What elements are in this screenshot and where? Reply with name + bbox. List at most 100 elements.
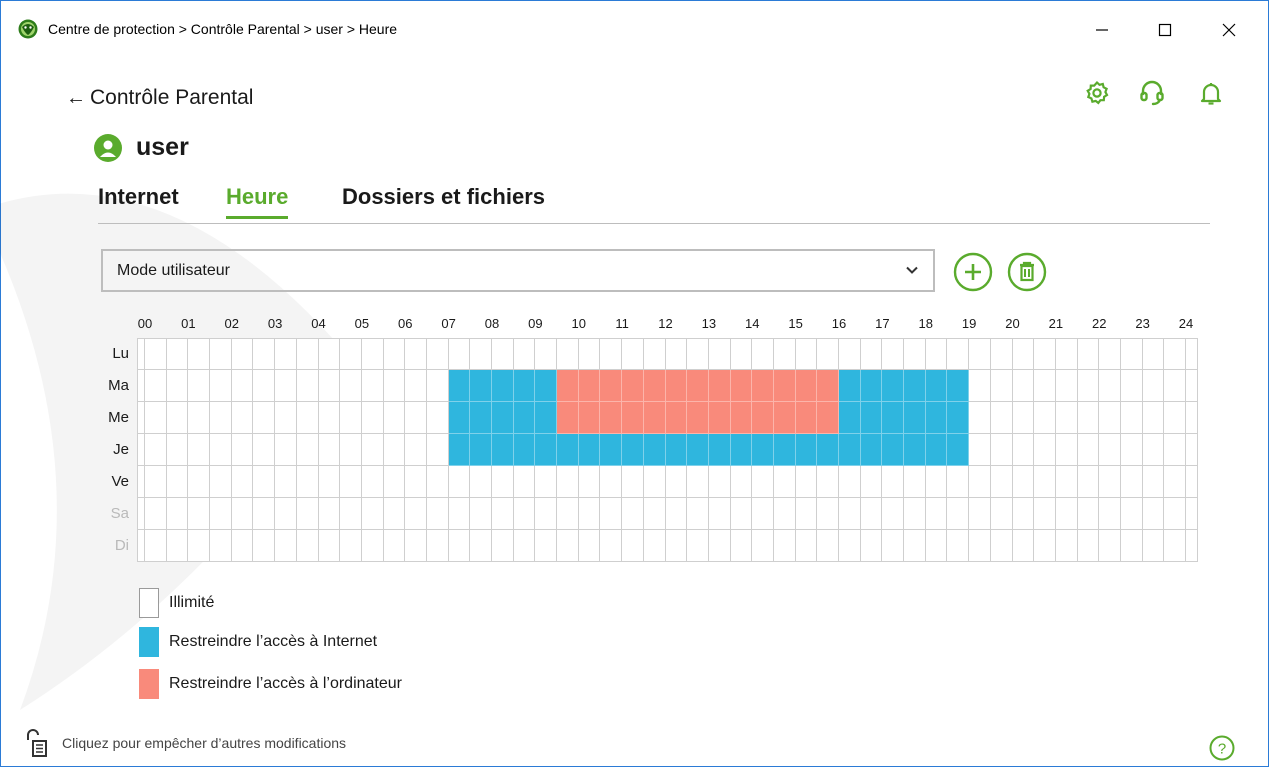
schedule-cell[interactable] [188, 530, 211, 562]
schedule-cell[interactable] [340, 338, 362, 370]
schedule-cell[interactable] [882, 498, 905, 530]
schedule-cell[interactable] [1077, 530, 1100, 562]
schedule-cell[interactable] [708, 434, 731, 466]
schedule-cell[interactable] [137, 498, 145, 530]
schedule-cell[interactable] [600, 434, 623, 466]
schedule-cell[interactable] [773, 370, 796, 402]
schedule-cell[interactable] [773, 466, 796, 498]
schedule-cell[interactable] [708, 466, 731, 498]
schedule-cell[interactable] [904, 370, 926, 402]
schedule-cell[interactable] [137, 402, 145, 434]
schedule-cell[interactable] [405, 498, 427, 530]
schedule-cell[interactable] [1034, 498, 1056, 530]
schedule-cell[interactable] [426, 498, 449, 530]
schedule-cell[interactable] [990, 434, 1013, 466]
schedule-cell[interactable] [448, 338, 471, 370]
schedule-cell[interactable] [492, 530, 514, 562]
schedule-cell[interactable] [1099, 434, 1121, 466]
schedule-cell[interactable] [839, 530, 861, 562]
schedule-cell[interactable] [145, 498, 167, 530]
schedule-cell[interactable] [1142, 498, 1165, 530]
schedule-cell[interactable] [405, 370, 427, 402]
schedule-cell[interactable] [817, 530, 839, 562]
schedule-cell[interactable] [839, 498, 861, 530]
schedule-cell[interactable] [1142, 530, 1165, 562]
schedule-cell[interactable] [1034, 338, 1056, 370]
schedule-cell[interactable] [947, 370, 970, 402]
schedule-cell[interactable] [1164, 466, 1186, 498]
schedule-cell[interactable] [513, 434, 536, 466]
schedule-cell[interactable] [817, 466, 839, 498]
schedule-cell[interactable] [557, 434, 579, 466]
schedule-cell[interactable] [578, 498, 601, 530]
schedule-row[interactable] [137, 338, 1198, 370]
schedule-cell[interactable] [860, 402, 883, 434]
schedule-cell[interactable] [1142, 466, 1165, 498]
tab-heure[interactable]: Heure [226, 184, 289, 219]
schedule-cell[interactable] [296, 402, 319, 434]
schedule-cell[interactable] [361, 466, 384, 498]
schedule-cell[interactable] [231, 530, 254, 562]
schedule-cell[interactable] [557, 338, 579, 370]
schedule-cell[interactable] [1164, 338, 1186, 370]
schedule-cell[interactable] [166, 466, 189, 498]
schedule-cell[interactable] [383, 402, 406, 434]
schedule-cell[interactable] [166, 402, 189, 434]
schedule-cell[interactable] [839, 466, 861, 498]
schedule-cell[interactable] [665, 530, 688, 562]
schedule-cell[interactable] [253, 434, 276, 466]
schedule-cell[interactable] [296, 434, 319, 466]
schedule-cell[interactable] [600, 402, 623, 434]
schedule-cell[interactable] [1120, 370, 1143, 402]
schedule-cell[interactable] [990, 402, 1013, 434]
schedule-cell[interactable] [1077, 434, 1100, 466]
schedule-cell[interactable] [904, 434, 926, 466]
schedule-cell[interactable] [210, 498, 232, 530]
schedule-cell[interactable] [1099, 370, 1121, 402]
schedule-cell[interactable] [1164, 402, 1186, 434]
schedule-cell[interactable] [925, 530, 948, 562]
schedule-row[interactable] [137, 530, 1198, 562]
schedule-cell[interactable] [904, 338, 926, 370]
schedule-cell[interactable] [643, 466, 666, 498]
schedule-cell[interactable] [969, 370, 991, 402]
schedule-cell[interactable] [578, 370, 601, 402]
schedule-cell[interactable] [817, 370, 839, 402]
schedule-cell[interactable] [665, 402, 688, 434]
schedule-cell[interactable] [1186, 402, 1198, 434]
schedule-cell[interactable] [578, 338, 601, 370]
schedule-cell[interactable] [188, 498, 211, 530]
schedule-cell[interactable] [860, 466, 883, 498]
schedule-cell[interactable] [882, 338, 905, 370]
schedule-cell[interactable] [600, 498, 623, 530]
schedule-cell[interactable] [188, 402, 211, 434]
schedule-cell[interactable] [947, 530, 970, 562]
schedule-cell[interactable] [405, 530, 427, 562]
maximize-button[interactable] [1143, 14, 1187, 46]
schedule-cell[interactable] [1120, 466, 1143, 498]
schedule-cell[interactable] [383, 370, 406, 402]
schedule-cell[interactable] [513, 370, 536, 402]
schedule-cell[interactable] [1012, 530, 1035, 562]
schedule-cell[interactable] [1034, 530, 1056, 562]
tab-dossiers-et-fichiers[interactable]: Dossiers et fichiers [342, 184, 545, 218]
schedule-cell[interactable] [925, 466, 948, 498]
schedule-cell[interactable] [361, 434, 384, 466]
schedule-cell[interactable] [405, 338, 427, 370]
schedule-cell[interactable] [1055, 530, 1078, 562]
schedule-cell[interactable] [1142, 434, 1165, 466]
schedule-cell[interactable] [1186, 370, 1198, 402]
schedule-cell[interactable] [730, 530, 753, 562]
schedule-cell[interactable] [839, 338, 861, 370]
schedule-cell[interactable] [773, 530, 796, 562]
schedule-cell[interactable] [708, 370, 731, 402]
schedule-cell[interactable] [231, 338, 254, 370]
schedule-cell[interactable] [795, 402, 818, 434]
schedule-cell[interactable] [730, 466, 753, 498]
schedule-cell[interactable] [600, 530, 623, 562]
schedule-cell[interactable] [361, 370, 384, 402]
schedule-cell[interactable] [318, 530, 341, 562]
schedule-cell[interactable] [405, 402, 427, 434]
schedule-cell[interactable] [1012, 370, 1035, 402]
schedule-cell[interactable] [470, 530, 492, 562]
